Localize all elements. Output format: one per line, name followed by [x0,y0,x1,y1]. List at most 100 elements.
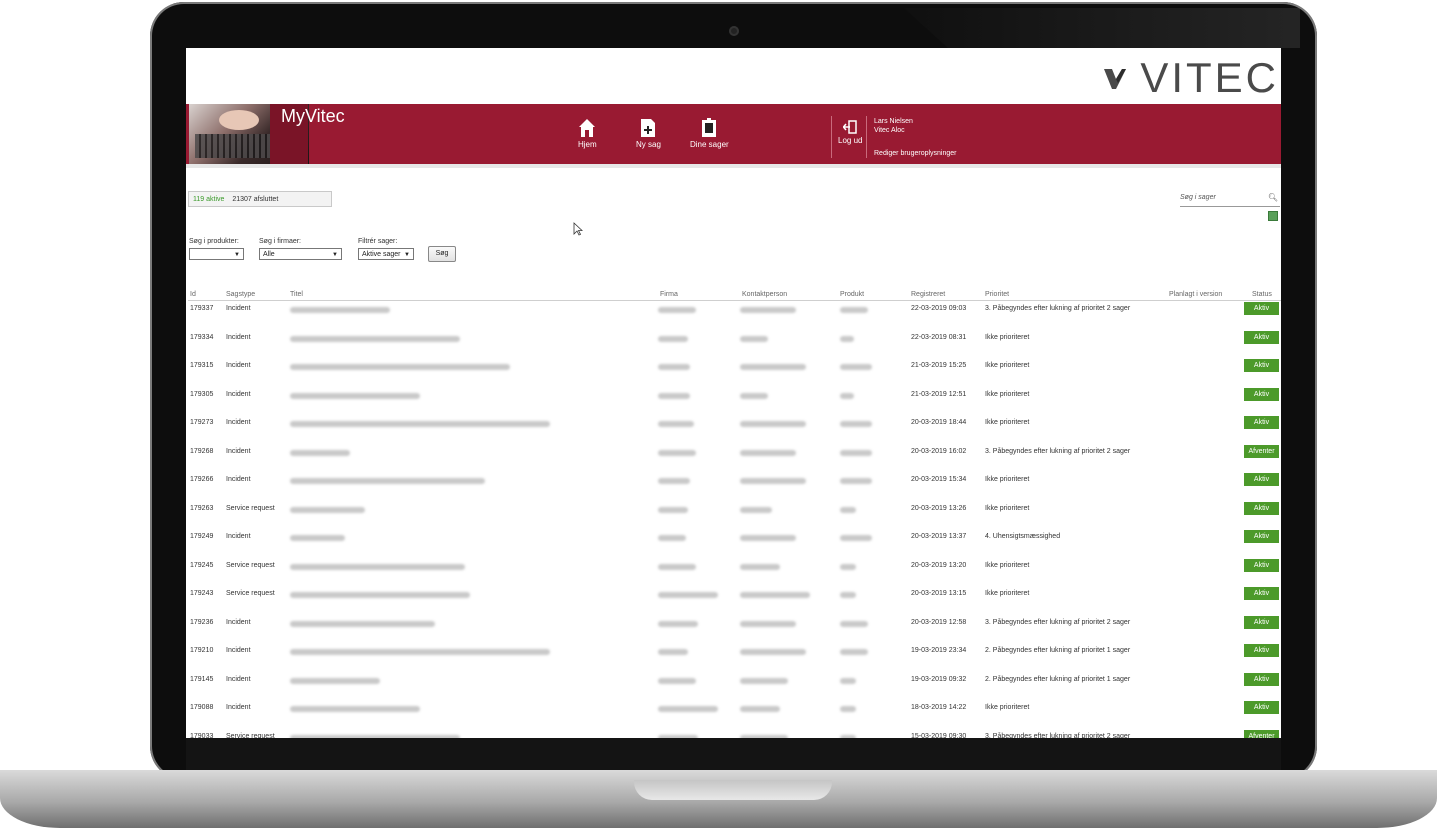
laptop-notch [634,780,832,800]
redacted-company [658,335,688,342]
row-id: 179245 [190,561,214,569]
photo-hand [219,110,259,130]
redacted-title [290,677,380,684]
table-row[interactable]: 179315 Incident 21-03-2019 15:25 Ikke prior… [186,359,1281,375]
row-registered: 18-03-2019 14:22 [911,704,967,711]
table-row[interactable]: 179088 Incident 18-03-2019 14:22 Ikke prior… [186,701,1281,717]
redacted-company [658,620,698,627]
table-row[interactable]: 179033 Service request 15-03-2019 09:30 3. … [186,729,1281,739]
search-input[interactable]: Søg i sager 🔍︎ [1180,193,1280,207]
table-row[interactable]: 179334 Incident 22-03-2019 08:31 Ikke prior… [186,330,1281,347]
status-badge: Aktiv [1244,359,1279,372]
table-row[interactable]: 179236 Incident 20-03-2019 12:58 3. Påbegyn… [186,615,1281,632]
table-row[interactable]: 179249 Incident 20-03-2019 13:37 4. Uhensig… [186,530,1281,546]
table-row[interactable]: 179266 Incident 20-03-2019 15:34 Ikke prior… [186,473,1281,489]
row-type: Service request [226,561,275,569]
status-badge: Afventer [1244,729,1279,738]
redacted-title [290,335,460,342]
nav-new-case-label: Ny sag [636,140,661,149]
redacted-contact [740,677,788,684]
redacted-product [840,449,872,456]
redacted-contact [740,421,806,427]
tab-active-cases[interactable]: 119 aktive [193,196,224,203]
search-button[interactable]: Søg [428,246,456,262]
row-id: 179266 [190,476,214,483]
redacted-company [658,506,688,513]
redacted-company [658,364,690,370]
row-type: Incident [226,362,251,369]
user-name: Lars Nielsen [874,118,913,125]
row-registered: 20-03-2019 13:15 [911,590,967,597]
redacted-contact [740,449,796,456]
edit-user-link[interactable]: Rediger brugeroplysninger [874,150,957,157]
status-badge: Aktiv [1244,558,1279,572]
row-id: 179145 [190,675,214,683]
col-title[interactable]: Titel [290,291,303,298]
row-priority: 2. Påbegyndes efter lukning af prioritet… [985,647,1131,654]
company-select-value: Alle [263,251,275,258]
photo-keyboard [195,134,275,158]
row-registered: 20-03-2019 13:37 [911,533,967,540]
table-row[interactable]: 179210 Incident 19-03-2019 23:34 2. Påbegyn… [186,644,1281,660]
redacted-title [290,649,550,655]
status-badge: Aktiv [1244,701,1279,714]
redacted-contact [740,649,806,655]
screen: VITEC MyVitec Hjem Ny sag Dine sager Log… [186,48,1281,738]
col-registered[interactable]: Registreret [911,291,945,298]
redacted-company [658,677,696,684]
nav-new-case[interactable]: Ny sag [636,118,661,149]
col-id[interactable]: Id [190,291,196,298]
col-type[interactable]: Sagstype [226,291,255,298]
chevron-down-icon: ▼ [404,252,410,258]
table-row[interactable]: 179243 Service request 20-03-2019 13:15 Ikk… [186,587,1281,603]
col-priority[interactable]: Prioritet [985,291,1009,298]
logout-button[interactable]: Log ud [838,120,862,145]
header-divider [831,116,832,158]
redacted-company [658,421,694,427]
row-id: 179337 [190,305,214,312]
laptop-hinge [186,738,1281,770]
nav-home[interactable]: Hjem [578,118,597,149]
redacted-title [290,620,435,627]
export-excel-icon[interactable] [1268,211,1278,221]
row-registered: 19-03-2019 23:34 [911,647,967,654]
status-badge: Aktiv [1244,473,1279,486]
row-registered: 22-03-2019 09:03 [911,305,967,312]
row-registered: 20-03-2019 13:20 [911,561,967,569]
row-priority: 3. Påbegyndes efter lukning af prioritet… [985,447,1131,455]
logout-label: Log ud [838,136,863,145]
row-priority: Ikke prioriteret [985,504,1030,512]
row-registered: 20-03-2019 16:02 [911,447,967,455]
row-id: 179315 [190,362,214,369]
product-select[interactable]: ▼ [189,248,244,260]
row-type: Incident [226,333,251,341]
redacted-title [290,706,420,712]
col-contact[interactable]: Kontaktperson [742,291,787,298]
nav-your-cases[interactable]: Dine sager [690,118,729,149]
row-priority: 2. Påbegyndes efter lukning af prioritet… [985,675,1131,683]
company-select[interactable]: Alle ▼ [259,248,342,260]
row-id: 179305 [190,390,214,398]
row-id: 179210 [190,647,214,654]
col-status[interactable]: Status [1252,291,1272,298]
table-row[interactable]: 179245 Service request 20-03-2019 13:20 Ikk… [186,558,1281,575]
redacted-contact [740,335,768,342]
table-row[interactable]: 179305 Incident 21-03-2019 12:51 Ikke prior… [186,387,1281,404]
table-row[interactable]: 179337 Incident 22-03-2019 09:03 3. Påbegyn… [186,302,1281,318]
table-row[interactable]: 179145 Incident 19-03-2019 09:32 2. Påbegyn… [186,672,1281,689]
status-badge: Aktiv [1244,587,1279,600]
col-planned[interactable]: Planlagt i version [1169,291,1222,298]
case-filter-select[interactable]: Aktive sager ▼ [358,248,414,260]
tab-closed-cases[interactable]: 21307 afsluttet [232,196,278,203]
redacted-company [658,649,688,655]
table-row[interactable]: 179268 Incident 20-03-2019 16:02 3. Påbegyn… [186,444,1281,461]
table-row[interactable]: 179273 Incident 20-03-2019 18:44 Ikke prior… [186,416,1281,432]
search-icon[interactable]: 🔍︎ [1268,193,1278,202]
row-priority: 3. Påbegyndes efter lukning af prioritet… [985,732,1131,739]
table-row[interactable]: 179263 Service request 20-03-2019 13:26 Ikk… [186,501,1281,518]
col-product[interactable]: Produkt [840,291,864,298]
status-badge: Aktiv [1244,530,1279,543]
redacted-contact [740,706,780,712]
logout-icon [842,120,857,134]
col-company[interactable]: Firma [660,291,678,298]
